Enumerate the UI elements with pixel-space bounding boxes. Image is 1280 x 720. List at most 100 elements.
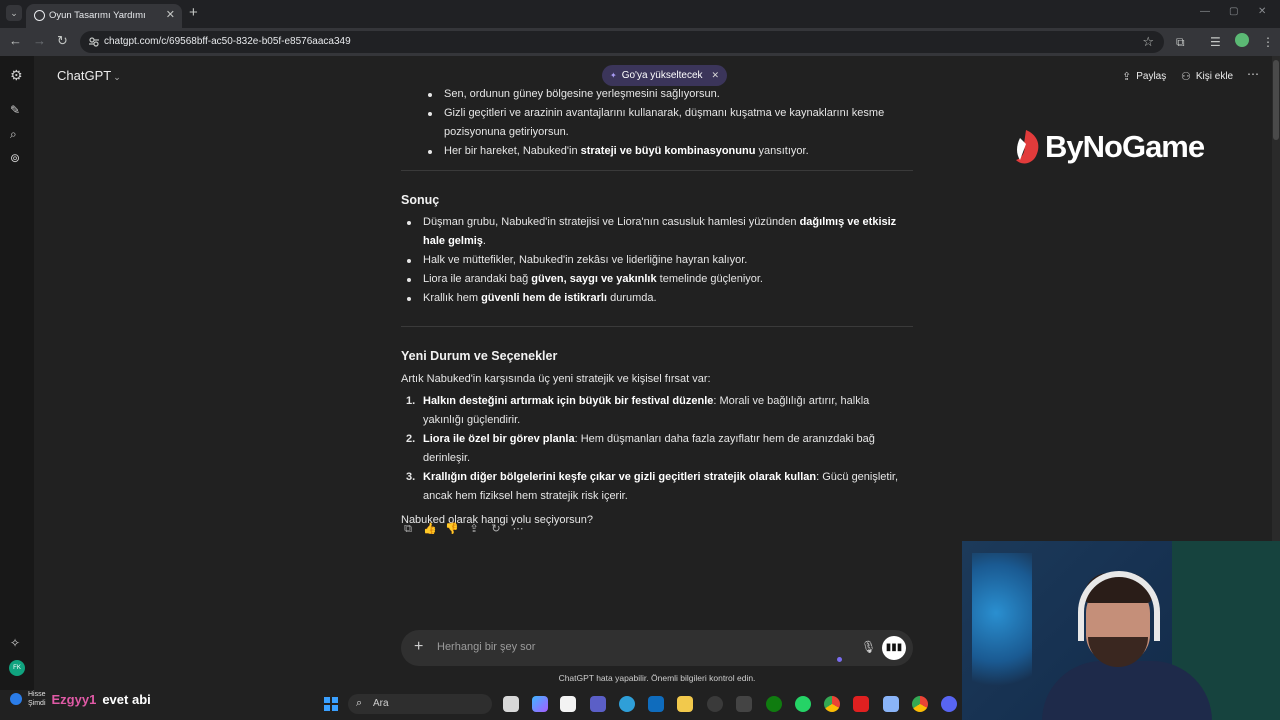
message-actions: ⧉ 👍 👎 ⇪ ↻ ⋯ (401, 522, 525, 536)
upgrade-pill[interactable]: ✦ Go'ya yükseltecek ✕ (602, 65, 728, 86)
list-item: Gizli geçitleri ve arazinin avantajların… (401, 104, 913, 142)
copy-icon[interactable]: ⧉ (401, 522, 415, 536)
app-grid-icon[interactable] (736, 696, 752, 712)
sidebar-rail: ⚙ ✎ ⌕ ⊚ ✧ FK (0, 56, 34, 690)
file-explorer-icon[interactable] (677, 696, 693, 712)
regenerate-icon[interactable]: ↻ (489, 522, 503, 536)
chrome-icon[interactable] (824, 696, 840, 712)
library-icon[interactable]: ⊚ (10, 151, 20, 165)
webcam-background-light (972, 553, 1032, 703)
divider (401, 170, 913, 171)
url-text: chatgpt.com/c/69568bff-ac50-832e-b05f-e8… (104, 36, 351, 47)
bynogame-mark-icon (1016, 130, 1039, 164)
voice-mode-button[interactable]: ▮▮▮ (882, 636, 906, 660)
thumbs-down-icon[interactable]: 👎 (445, 522, 459, 536)
obs-icon[interactable] (707, 696, 723, 712)
wps-icon[interactable] (853, 696, 869, 712)
extensions-icon[interactable]: ⧉ (1176, 35, 1185, 49)
chevron-down-icon: ⌄ (113, 72, 121, 82)
browser-toolbar: ← → ↻ chatgpt.com/c/69568bff-ac50-832e-b… (0, 28, 1280, 56)
upgrade-sparkle-icon[interactable]: ✧ (10, 636, 20, 650)
add-person-button[interactable]: ⚇ Kişi ekle (1181, 70, 1233, 83)
list-item: Liora ile arandaki bağ güven, saygı ve y… (401, 270, 913, 289)
bookmark-star-icon[interactable]: ☆ (1142, 34, 1154, 50)
status-dot (837, 657, 842, 662)
tab-title: Oyun Tasarımı Yardımı (49, 10, 146, 21)
chatgpt-favicon-icon (34, 10, 45, 21)
settings-icon[interactable] (883, 696, 899, 712)
model-label: ChatGPT (57, 68, 112, 83)
person-add-icon: ⚇ (1181, 71, 1191, 83)
list-item: 3. Krallığın diğer bölgelerini keşfe çıka… (406, 471, 899, 502)
intro-bullet-list: Sen, ordunun güney bölgesine yerleşmesin… (401, 85, 913, 161)
maximize-button[interactable]: ▢ (1229, 6, 1238, 17)
browser-menu-icon[interactable]: ⋮ (1262, 35, 1274, 49)
reload-button[interactable]: ↻ (57, 34, 68, 48)
microphone-icon[interactable]: 🎙 (861, 640, 876, 654)
list-item: Her bir hareket, Nabuked'in strateji ve … (401, 142, 913, 161)
tab-search-button[interactable]: ⌄ (6, 5, 22, 21)
attach-plus-icon[interactable]: + (414, 638, 423, 656)
prompt-composer[interactable]: + Herhangi bir şey sor 🎙 ▮▮▮ (401, 630, 913, 666)
reading-list-icon[interactable]: ☰ (1210, 35, 1221, 49)
taskbar-search[interactable]: ⌕ Ara (348, 694, 492, 714)
list-item: Düşman grubu, Nabuked'in stratejisi ve L… (401, 213, 913, 251)
browser-tab[interactable]: Oyun Tasarımı Yardımı ✕ (26, 4, 182, 28)
copilot-icon[interactable] (532, 696, 548, 712)
upgrade-label: Go'ya yükseltecek (621, 70, 703, 81)
divider (401, 326, 913, 327)
add-person-label: Kişi ekle (1195, 71, 1234, 82)
tab-close-icon[interactable]: ✕ (166, 8, 175, 21)
close-window-button[interactable]: ✕ (1258, 6, 1266, 17)
webcam-overlay (962, 541, 1280, 720)
prompt-input[interactable]: Herhangi bir şey sor (437, 641, 535, 653)
result-bullet-list: Düşman grubu, Nabuked'in stratejisi ve L… (401, 213, 913, 308)
search-chats-icon[interactable]: ⌕ (10, 127, 17, 141)
new-chat-icon[interactable]: ✎ (10, 103, 20, 117)
options-list: 1. Halkın desteğini artırmak için büyük b… (401, 392, 913, 506)
headset-icon (1078, 571, 1160, 641)
minimize-button[interactable]: — (1200, 6, 1210, 17)
site-info-icon[interactable] (88, 36, 100, 48)
openai-logo-icon[interactable]: ⚙ (10, 68, 23, 82)
list-item: Krallık hem güvenli hem de istikrarlı du… (401, 289, 913, 308)
list-item: 1. Halkın desteğini artırmak için büyük b… (406, 395, 870, 426)
task-view-icon[interactable] (503, 696, 519, 712)
scrollbar-thumb[interactable] (1273, 60, 1279, 140)
forward-button[interactable]: → (33, 34, 46, 48)
list-item: Sen, ordunun güney bölgesine yerleşmesin… (401, 85, 913, 104)
taskbar-search-label: Ara (373, 698, 389, 709)
xbox-icon[interactable] (766, 696, 782, 712)
model-selector[interactable]: ChatGPT ⌄ (57, 68, 121, 83)
list-item: Halk ve müttefikler, Nabuked'in zekâsı v… (401, 251, 913, 270)
widgets-icon[interactable] (560, 696, 576, 712)
search-icon: ⌕ (356, 697, 363, 709)
windows-start-icon[interactable] (324, 697, 338, 711)
profile-avatar[interactable] (1235, 33, 1249, 47)
disclaimer-text: ChatGPT hata yapabilir. Önemli bilgileri… (558, 673, 756, 683)
share-message-icon[interactable]: ⇪ (467, 522, 481, 536)
edge-icon[interactable] (619, 696, 635, 712)
more-actions-icon[interactable]: ⋯ (511, 522, 525, 536)
options-intro: Artık Nabuked'in karşısında üç yeni stra… (401, 373, 711, 385)
outlook-icon[interactable] (648, 696, 664, 712)
discord-icon[interactable] (941, 696, 957, 712)
teams-icon[interactable] (590, 696, 606, 712)
logo-wordmark: ByNoGame (1045, 129, 1205, 164)
whatsapp-icon[interactable] (795, 696, 811, 712)
user-avatar[interactable]: FK (9, 660, 25, 676)
browser-tab-bar: ⌄ Oyun Tasarımı Yardımı ✕ + — ▢ ✕ (0, 0, 1280, 28)
list-item: 2. Liora ile özel bir görev planla: Hem d… (406, 433, 875, 464)
back-button[interactable]: ← (9, 34, 22, 48)
share-icon: ⇪ (1122, 71, 1132, 83)
share-button[interactable]: ⇪ Paylaş (1122, 70, 1166, 83)
new-tab-button[interactable]: + (189, 5, 198, 20)
section-title-options: Yeni Durum ve Seçenekler (401, 349, 558, 363)
address-bar[interactable]: chatgpt.com/c/69568bff-ac50-832e-b05f-e8… (80, 31, 1164, 53)
close-icon[interactable]: ✕ (712, 70, 720, 81)
more-options-icon[interactable]: ⋯ (1247, 67, 1259, 81)
share-label: Paylaş (1136, 71, 1167, 82)
chrome-profile-icon[interactable] (912, 696, 928, 712)
sparkle-icon: ✦ (610, 71, 617, 80)
thumbs-up-icon[interactable]: 👍 (423, 522, 437, 536)
